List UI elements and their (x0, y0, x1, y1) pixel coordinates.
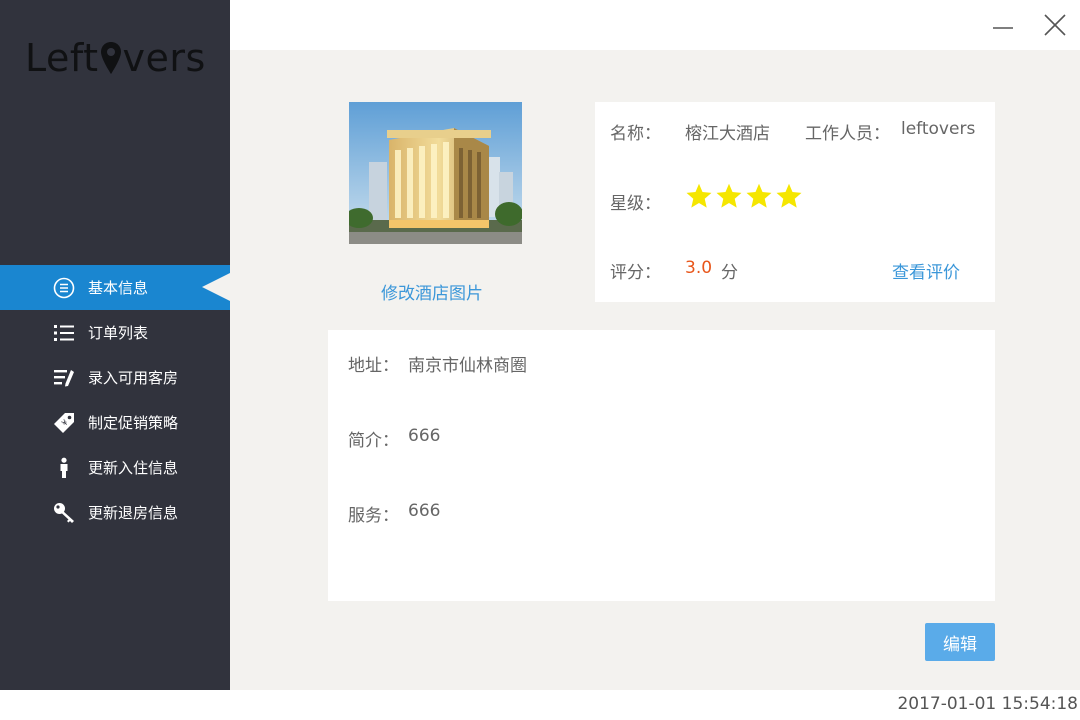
staff-label: 工作人员： (805, 124, 890, 144)
main-content: 修改酒店图片 名称： 榕江大酒店 工作人员： leftovers 星级： 评分：… (230, 50, 1080, 690)
hotel-info-card: 名称： 榕江大酒店 工作人员： leftovers 星级： 评分： 3.0 分 … (595, 102, 995, 302)
star-icon (686, 183, 712, 208)
hotel-image (349, 102, 522, 244)
sidebar-item-label: 更新退房信息 (88, 504, 179, 522)
sidebar-item-order-list[interactable]: 订单列表 (0, 310, 230, 355)
view-reviews-link[interactable]: 查看评价 (892, 258, 960, 283)
list-circle-icon (53, 277, 75, 299)
score-label: 评分： (610, 263, 661, 283)
sidebar-item-label: 基本信息 (88, 279, 149, 297)
sidebar-item-enter-rooms[interactable]: 录入可用客房 (0, 355, 230, 400)
person-icon (53, 457, 75, 479)
map-pin-icon (100, 42, 121, 74)
service-label: 服务： (348, 506, 399, 526)
sidebar-item-label: 录入可用客房 (88, 369, 179, 387)
star-icon (716, 183, 742, 208)
intro-value: 666 (408, 426, 441, 446)
key-icon (53, 502, 75, 524)
sidebar-item-checkin[interactable]: 更新入住信息 (0, 445, 230, 490)
sidebar-item-label: 更新入住信息 (88, 459, 179, 477)
star-label: 星级： (610, 194, 661, 214)
close-button[interactable] (1040, 10, 1070, 40)
name-label: 名称： (610, 124, 661, 144)
minimize-button[interactable] (988, 10, 1018, 40)
intro-label: 简介： (348, 431, 399, 451)
title-bar (230, 0, 1080, 50)
sidebar-item-promotion[interactable]: ¥ 制定促销策略 (0, 400, 230, 445)
hotel-name: 榕江大酒店 (685, 124, 770, 144)
minimize-icon (993, 27, 1013, 29)
edit-button[interactable]: 编辑 (925, 623, 995, 661)
hotel-detail-card: 地址： 南京市仙林商圈 简介： 666 服务： 666 (328, 330, 995, 601)
app-logo: Left vers (25, 36, 206, 80)
star-icon (746, 183, 772, 208)
status-datetime: 2017-01-01 15:54:18 (897, 694, 1078, 714)
sidebar-item-checkout[interactable]: 更新退房信息 (0, 490, 230, 535)
edit-list-icon (53, 367, 75, 389)
bullet-list-icon (53, 322, 75, 344)
sidebar-nav: 基本信息 订单列表 录入可用客房 ¥ 制定促销策略 更新入住信息 更新退房信息 (0, 265, 230, 535)
star-rating (685, 182, 805, 210)
score-value: 3.0 (685, 258, 713, 278)
sidebar: Left vers 基本信息 订单列表 录入可用客房 ¥ 制定促销策略 更新入住… (0, 0, 230, 690)
staff-name: leftovers (901, 119, 976, 139)
address-label: 地址： (348, 356, 399, 376)
change-hotel-image-link[interactable]: 修改酒店图片 (381, 279, 483, 304)
close-icon (1044, 14, 1066, 36)
address-value: 南京市仙林商圈 (408, 356, 527, 376)
sidebar-item-basic-info[interactable]: 基本信息 (0, 265, 230, 310)
service-value: 666 (408, 501, 441, 521)
star-icon (776, 183, 802, 208)
price-tag-icon: ¥ (53, 412, 75, 434)
sidebar-item-label: 订单列表 (88, 324, 149, 342)
sidebar-item-label: 制定促销策略 (88, 414, 179, 432)
score-unit: 分 (721, 263, 738, 283)
